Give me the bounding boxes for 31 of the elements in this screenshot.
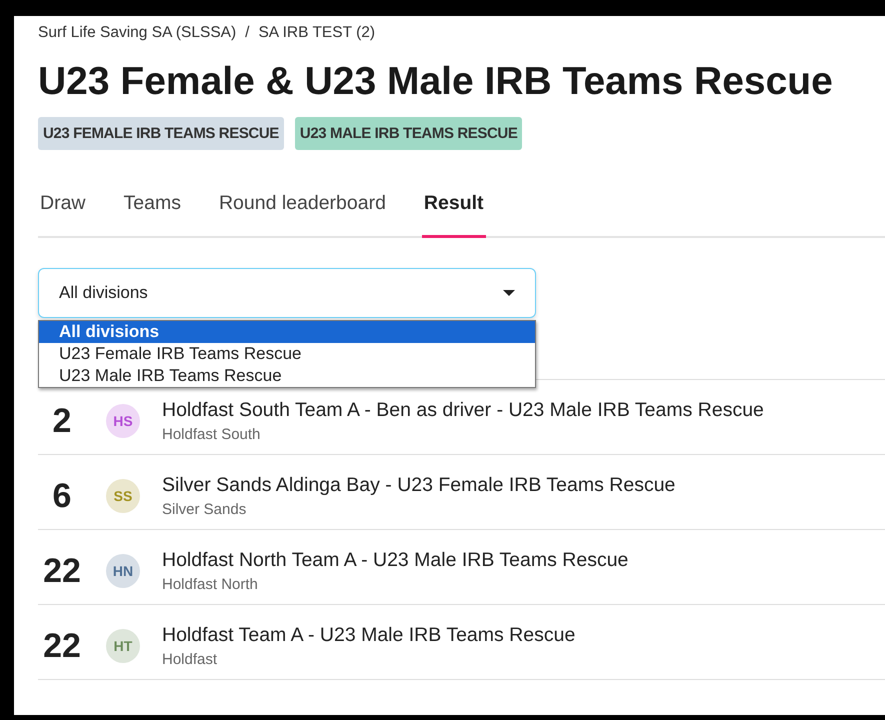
tab[interactable]: Draw — [38, 192, 88, 238]
club-avatar: HS — [106, 404, 140, 438]
team-name: Holdfast South Team A - Ben as driver - U23 Male IRB Teams Rescue — [162, 399, 764, 422]
club-avatar: HT — [106, 629, 140, 663]
place-number: 2 — [52, 402, 72, 440]
tab[interactable]: Round leaderboard — [216, 192, 388, 238]
division-tag: U23 FEMALE IRB TEAMS RESCUE — [38, 117, 284, 150]
team-name: Holdfast Team A - U23 Male IRB Teams Rescue — [162, 624, 576, 647]
division-tag: U23 MALE IRB TEAMS RESCUE — [294, 117, 522, 150]
place-number: 6 — [52, 476, 72, 516]
dropdown-option[interactable]: U23 Female IRB Teams Rescue — [39, 343, 535, 365]
page-title: U23 Female & U23 Male IRB Teams Rescue — [38, 60, 834, 104]
place-number: 22 — [42, 552, 82, 590]
tab[interactable]: Result — [422, 192, 486, 238]
club-avatar: SS — [106, 479, 140, 513]
club-name: Holdfast — [162, 651, 218, 668]
dropdown-option[interactable]: All divisions — [39, 321, 535, 343]
place-number: 22 — [42, 626, 82, 666]
dropdown-option[interactable]: U23 Male IRB Teams Rescue — [39, 365, 535, 387]
club-name: Holdfast North — [162, 576, 259, 593]
team-name: Silver Sands Aldinga Bay - U23 Female IRB Teams Rescue — [162, 474, 676, 497]
club-avatar: HN — [106, 554, 140, 588]
club-name: Holdfast South — [162, 426, 262, 443]
caret-icon — [503, 290, 515, 296]
division-select[interactable]: All divisions — [38, 268, 536, 318]
breadcrumb-link[interactable]: Surf Life Saving SA (SLSSA) — [38, 24, 236, 42]
team-name: Holdfast North Team A - U23 Male IRB Teams Rescue — [162, 549, 628, 572]
club-name: Silver Sands — [162, 501, 248, 518]
breadcrumb-separator: / — [245, 24, 250, 42]
tab[interactable]: Teams — [122, 192, 183, 238]
breadcrumb-link[interactable]: SA IRB TEST (2) — [258, 24, 376, 42]
